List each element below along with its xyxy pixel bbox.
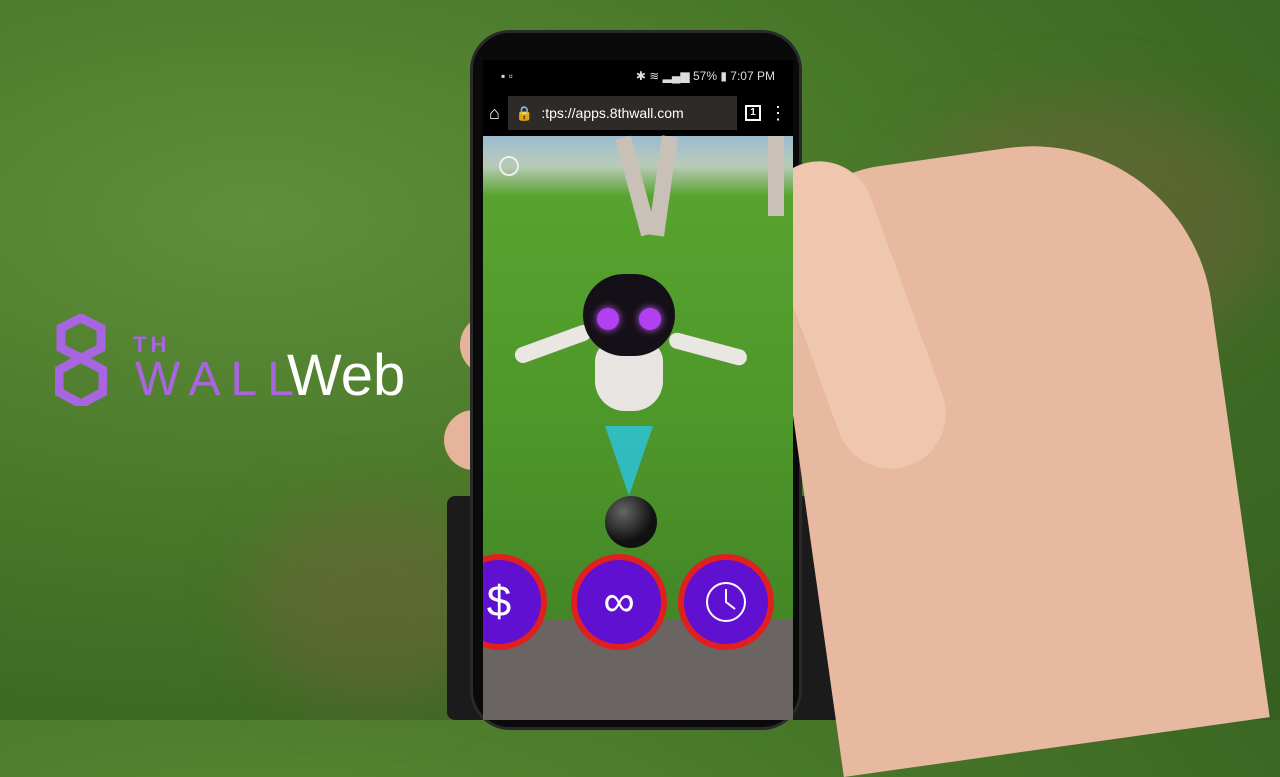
home-icon[interactable]: ⌂	[489, 103, 500, 124]
clock-button[interactable]	[678, 554, 774, 650]
notification-icons: ▪ ▫	[501, 69, 513, 83]
8th-wall-web-logo: TH WALL Web	[55, 312, 435, 408]
recenter-icon[interactable]	[499, 156, 519, 176]
robot-head	[583, 274, 675, 356]
status-bar: ▪ ▫ ✱ ≋ ▂▄▆ 57% ▮ 7:07 PM	[483, 60, 793, 92]
robot-ball-base	[605, 496, 657, 548]
robot-arm	[512, 322, 594, 366]
status-right: ✱ ≋ ▂▄▆ 57% ▮ 7:07 PM	[635, 69, 775, 83]
hover-beam	[605, 426, 653, 496]
url-text: :tps://apps.8thwall.com	[541, 105, 684, 121]
clock-icon	[706, 582, 746, 622]
tab-count-button[interactable]: 1	[745, 105, 761, 121]
infinity-button[interactable]: ∞	[571, 554, 667, 650]
menu-icon[interactable]: ⋮	[769, 103, 787, 124]
battery-level: 57%	[692, 69, 718, 83]
robot-eye	[597, 308, 619, 330]
browser-toolbar: ⌂ 🔒 :tps://apps.8thwall.com 1 ⋮	[483, 92, 793, 134]
lock-icon: 🔒	[515, 104, 534, 121]
tree-trunk	[648, 135, 678, 237]
logo-wall: WALL	[135, 353, 304, 406]
robot-eye	[639, 308, 661, 330]
robot-arm	[667, 330, 749, 368]
address-bar[interactable]: 🔒 :tps://apps.8thwall.com	[507, 96, 737, 130]
phone-screen: ▪ ▫ ✱ ≋ ▂▄▆ 57% ▮ 7:07 PM ⌂ 🔒 :tps://app…	[483, 60, 793, 720]
clock: 7:07 PM	[730, 69, 775, 83]
tree-trunk	[768, 136, 784, 216]
logo-web: Web	[287, 343, 406, 408]
hexagon-eight-icon	[55, 314, 107, 406]
